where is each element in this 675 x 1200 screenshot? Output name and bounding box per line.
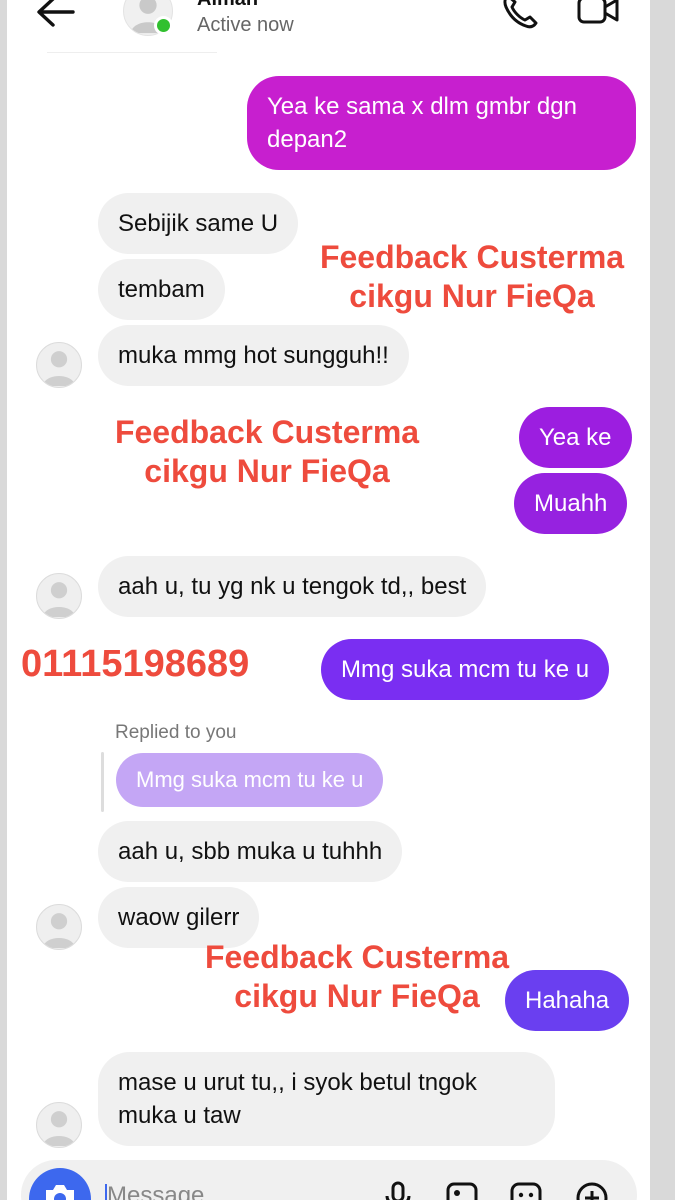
contact-name[interactable]: Aiman (197, 0, 258, 11)
phone-number-overlay: 01115198689 (21, 643, 250, 685)
quoted-message[interactable]: Mmg suka mcm tu ke u (116, 753, 384, 807)
reply-indicator-bar (101, 752, 104, 812)
camera-icon (46, 1185, 74, 1200)
plus-icon[interactable] (575, 1180, 609, 1200)
message-text: Yea ke sama x dlm gmbr dgn (267, 93, 577, 120)
active-status: Active now (197, 14, 294, 36)
online-status-dot (154, 16, 173, 35)
message-bubble-incoming[interactable]: muka mmg hot sungguh!! (98, 325, 409, 386)
message-bubble-incoming[interactable]: tembam (98, 259, 225, 320)
sender-avatar[interactable] (36, 342, 82, 388)
message-bubble-outgoing[interactable]: Mmg suka mcm tu ke u (321, 639, 610, 700)
message-text: muka u taw (118, 1102, 241, 1129)
message-input[interactable] (107, 1182, 347, 1200)
sender-avatar[interactable] (36, 573, 82, 619)
message-bubble-outgoing[interactable]: Yea ke sama x dlm gmbr dgn depan2 (247, 76, 636, 170)
message-bubble-incoming[interactable]: aah u, tu yg nk u tengok td,, best (98, 556, 487, 617)
sender-avatar[interactable] (36, 1102, 82, 1148)
chat-screen: Aiman Active now Yea ke sama x dlm gmbr … (7, 0, 650, 1200)
back-arrow-icon[interactable] (33, 0, 79, 34)
watermark-overlay: Feedback Custerma cikgu Nur FieQa (114, 414, 420, 489)
reply-label: Replied to you (115, 722, 237, 743)
message-text: depan2 (267, 126, 348, 153)
message-bubble-outgoing[interactable]: Muahh (514, 473, 628, 534)
message-text: mase u urut tu,, i syok betul tngok (118, 1069, 477, 1096)
header-divider (47, 52, 217, 53)
video-call-icon[interactable] (575, 0, 621, 30)
message-bubble-outgoing[interactable]: Yea ke (519, 407, 632, 468)
gallery-icon[interactable] (445, 1180, 479, 1200)
watermark-overlay: Feedback Custerma cikgu Nur FieQa (319, 239, 625, 314)
message-bubble-incoming[interactable]: Sebijik same U (98, 193, 299, 254)
microphone-icon[interactable] (381, 1180, 415, 1200)
message-bubble-incoming[interactable]: aah u, sbb muka u tuhhh (98, 821, 403, 882)
sender-avatar[interactable] (36, 904, 82, 950)
phone-call-icon[interactable] (499, 0, 539, 30)
watermark-overlay: Feedback Custerma cikgu Nur FieQa (204, 939, 510, 1014)
message-bubble-incoming[interactable]: mase u urut tu,, i syok betul tngok muka… (98, 1052, 555, 1146)
sticker-icon[interactable] (509, 1180, 543, 1200)
message-bubble-outgoing[interactable]: Hahaha (505, 970, 630, 1031)
